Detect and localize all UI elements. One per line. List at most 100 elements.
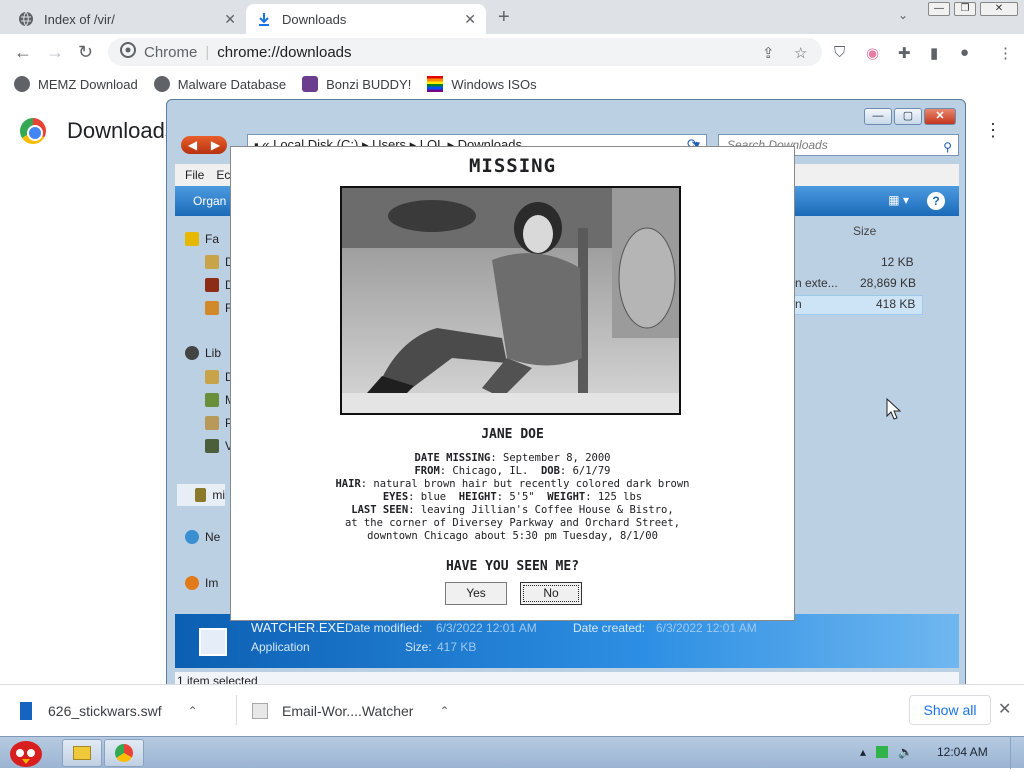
taskbar-chrome-button[interactable]: [104, 739, 144, 767]
details-size-label: Size:: [405, 640, 432, 654]
close-icon[interactable]: ✕: [224, 11, 236, 28]
missing-person-details: DATE MISSING: September 8, 2000 FROM: Ch…: [231, 452, 794, 543]
dob-label: DOB: [540, 465, 560, 477]
browser-toolbar: ← → ↻ Chrome | chrome://downloads ⇪ ☆ ⛉ …: [0, 34, 1024, 70]
restore-button[interactable]: ❐: [954, 2, 976, 16]
tree-libraries[interactable]: Lib: [185, 346, 221, 360]
tree-item[interactable]: V: [205, 439, 233, 453]
last-seen-label: LAST SEEN: [351, 504, 409, 516]
tree-item[interactable]: P: [205, 416, 233, 430]
globe-icon: [18, 11, 34, 27]
chrome-site-icon: [120, 42, 136, 62]
libraries-icon: [185, 346, 199, 360]
weight-value: : 125 lbs: [585, 491, 643, 503]
extensions-puzzle-icon[interactable]: ✚: [898, 44, 911, 62]
column-header-size[interactable]: Size: [853, 224, 876, 238]
bookmark-label: Windows ISOs: [451, 76, 537, 92]
download-item-watcher[interactable]: Email-Wor....Watcher ⌃: [252, 697, 450, 725]
bookmark-windows-isos[interactable]: Windows ISOs: [427, 76, 537, 92]
back-icon[interactable]: ←: [14, 42, 32, 63]
videos-icon: [205, 439, 219, 453]
share-icon[interactable]: ⇪: [762, 44, 775, 62]
back-forward-buttons[interactable]: ◀ ▶: [181, 136, 227, 154]
file-size: 12 KB: [881, 255, 914, 269]
details-modified-label: Date modified:: [345, 621, 423, 635]
details-modified-value: 6/3/2022 12:01 AM: [436, 621, 537, 635]
recent-places-icon: [205, 301, 219, 315]
forward-icon[interactable]: →: [46, 42, 64, 63]
music-icon: [205, 393, 219, 407]
tree-favorites[interactable]: Fa: [185, 232, 219, 246]
show-desktop-button[interactable]: [1010, 737, 1024, 769]
downloads-header: Downloads: [20, 118, 176, 144]
bookmark-star-icon[interactable]: ☆: [794, 44, 807, 62]
yes-button[interactable]: Yes: [445, 582, 507, 605]
chevron-up-icon[interactable]: ⌃: [439, 704, 449, 718]
start-button[interactable]: [4, 737, 48, 769]
tree-label: Im: [205, 576, 219, 590]
globe-icon: [14, 76, 30, 92]
network-icon: [185, 530, 199, 544]
bookmark-memz[interactable]: MEMZ Download: [14, 76, 138, 92]
help-icon[interactable]: ?: [927, 192, 945, 210]
network-status-icon[interactable]: [876, 746, 889, 758]
tab-search-chevron-icon[interactable]: ⌄: [898, 8, 908, 22]
close-window-button[interactable]: ✕: [980, 2, 1018, 16]
date-missing-value: : September 8, 2000: [490, 452, 611, 464]
volume-icon[interactable]: 🔈: [898, 745, 913, 759]
maximize-button[interactable]: ▢: [894, 108, 922, 125]
downloads-menu-icon[interactable]: ⋮: [984, 120, 1002, 141]
details-size-value: 417 KB: [437, 640, 477, 654]
documents-icon: [205, 370, 219, 384]
tab-title: Index of /vir/: [44, 11, 115, 27]
poster-question: HAVE YOU SEEN ME?: [445, 559, 580, 574]
menu-file[interactable]: File: [185, 168, 204, 182]
side-panel-icon[interactable]: ▮: [930, 44, 938, 62]
from-label: FROM: [414, 465, 440, 477]
search-icon[interactable]: ⚲: [943, 137, 952, 157]
chrome-menu-icon[interactable]: ⋮: [998, 44, 1013, 62]
close-icon[interactable]: ✕: [998, 699, 1011, 719]
bookmark-malware-database[interactable]: Malware Database: [153, 76, 286, 92]
tree-item-selected[interactable]: mi: [177, 484, 225, 506]
ublock-extension-icon[interactable]: ⛉: [834, 44, 845, 61]
date-missing-label: DATE MISSING: [414, 452, 491, 464]
tab-index-vir[interactable]: Index of /vir/ ✕: [8, 4, 246, 34]
system-tray: ▴ 🔈 12:04 AM: [860, 745, 988, 759]
tree-label: Lib: [205, 346, 222, 360]
application-icon: [199, 628, 227, 656]
back-arrow-icon[interactable]: ◀: [188, 138, 197, 152]
taskbar-explorer-button[interactable]: [62, 739, 102, 767]
bookmarks-bar: MEMZ Download Malware Database Bonzi BUD…: [0, 70, 1024, 98]
show-all-button[interactable]: Show all: [909, 695, 991, 725]
close-icon[interactable]: ✕: [464, 11, 476, 28]
profile-avatar-icon[interactable]: ●: [960, 44, 969, 61]
tree-network[interactable]: Ne: [185, 530, 220, 544]
menu-edit[interactable]: Ec: [216, 168, 230, 182]
tray-expand-icon[interactable]: ▴: [860, 745, 866, 759]
tab-strip: Index of /vir/ ✕ Downloads ✕ + ⌄ — ❐ ✕: [0, 0, 1024, 34]
tree-item[interactable]: Im: [185, 576, 218, 590]
no-button[interactable]: No: [520, 582, 582, 605]
tree-label: Fa: [205, 232, 220, 246]
tab-downloads[interactable]: Downloads ✕: [246, 4, 486, 34]
flag-extension-icon[interactable]: ◉: [866, 44, 879, 62]
bookmark-bonzi-buddy[interactable]: Bonzi BUDDY!: [302, 76, 411, 92]
forward-arrow-icon[interactable]: ▶: [211, 138, 220, 152]
new-tab-button[interactable]: +: [498, 6, 510, 29]
organize-button[interactable]: Organ: [193, 194, 226, 208]
minimize-button[interactable]: —: [928, 2, 950, 16]
minimize-button[interactable]: —: [864, 108, 892, 125]
url-text: chrome://downloads: [217, 43, 352, 61]
chevron-up-icon[interactable]: ⌃: [188, 704, 198, 718]
omnibox[interactable]: Chrome | chrome://downloads: [108, 38, 822, 66]
view-options-icon[interactable]: ▦ ▾: [888, 193, 909, 207]
globe-icon: [153, 76, 170, 92]
details-pane: WATCHER.EXE Date modified: 6/3/2022 12:0…: [175, 614, 959, 668]
download-item-stickwars[interactable]: 626_stickwars.swf ⌃: [20, 697, 198, 725]
close-button[interactable]: ✕: [924, 108, 956, 125]
star-icon: [185, 232, 199, 246]
clock[interactable]: 12:04 AM: [937, 745, 988, 759]
reload-icon[interactable]: ↻: [78, 42, 93, 63]
taskbar: ▴ 🔈 12:04 AM: [0, 736, 1024, 769]
